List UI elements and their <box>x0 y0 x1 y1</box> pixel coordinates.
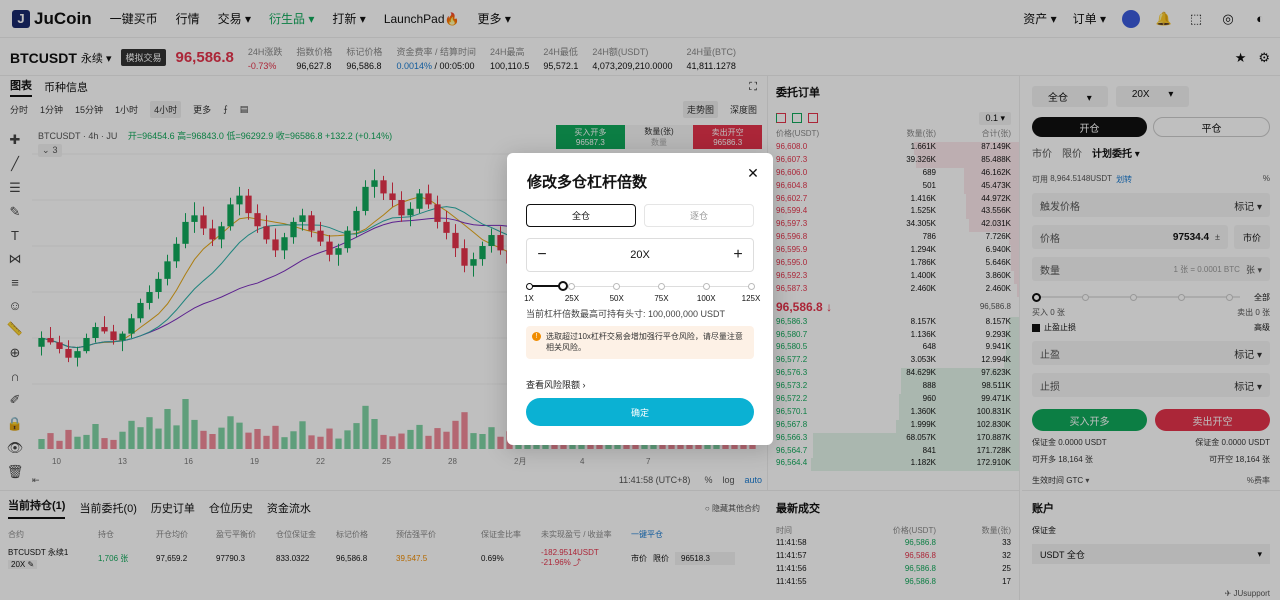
slider-tick[interactable] <box>568 283 576 290</box>
slider-tick-label: 125X <box>741 294 761 303</box>
slider-tick-label: 50X <box>609 294 624 303</box>
slider-tick[interactable] <box>702 283 710 290</box>
slider-tick-label: 25X <box>564 294 580 303</box>
slider-knob[interactable] <box>558 281 569 291</box>
slider-tick-label: 1X <box>524 294 534 303</box>
slider-tick[interactable] <box>747 283 755 290</box>
slider-tick[interactable] <box>525 283 533 290</box>
mode-isolated[interactable]: 逐仓 <box>644 204 754 227</box>
leverage-modal: 修改多仓杠杆倍数 ✕ 全仓 逐仓 − 20X + 1X 25X 50X 75X 100X… <box>507 153 773 445</box>
minus-button[interactable]: − <box>527 246 557 264</box>
plus-button[interactable]: + <box>723 246 753 264</box>
risk-limit-label: 查看风险限额 <box>526 380 581 390</box>
leverage-stepper: − 20X + <box>526 238 754 272</box>
risk-warning-text: 选取超过10x杠杆交易会增加强行平仓风险，请尽量注意相关风险。 <box>546 332 743 352</box>
slider-tick-label: 75X <box>654 294 669 303</box>
margin-mode-toggle: 全仓 逐仓 <box>526 204 754 227</box>
close-icon[interactable]: ✕ <box>745 165 761 181</box>
mode-cross[interactable]: 全仓 <box>526 204 636 227</box>
chevron-right-icon: › <box>582 380 586 390</box>
max-position-text: 当前杠杆倍数最高可持有头寸: 100,000,000 USDT <box>526 309 726 319</box>
confirm-button[interactable]: 确定 <box>526 398 754 426</box>
risk-warning: ! 选取超过10x杠杆交易会增加强行平仓风险，请尽量注意相关风险。 <box>526 326 754 359</box>
modal-title: 修改多仓杠杆倍数 <box>527 174 648 191</box>
slider-tick[interactable] <box>657 283 665 290</box>
slider-tick[interactable] <box>613 283 621 290</box>
slider-tick-label: 100X <box>696 294 716 303</box>
warning-icon: ! <box>532 332 541 341</box>
leverage-input[interactable]: 20X <box>557 249 723 261</box>
risk-limit-link[interactable]: 查看风险限额 › <box>526 378 586 391</box>
leverage-slider[interactable]: 1X 25X 50X 75X 100X 125X <box>524 281 760 303</box>
